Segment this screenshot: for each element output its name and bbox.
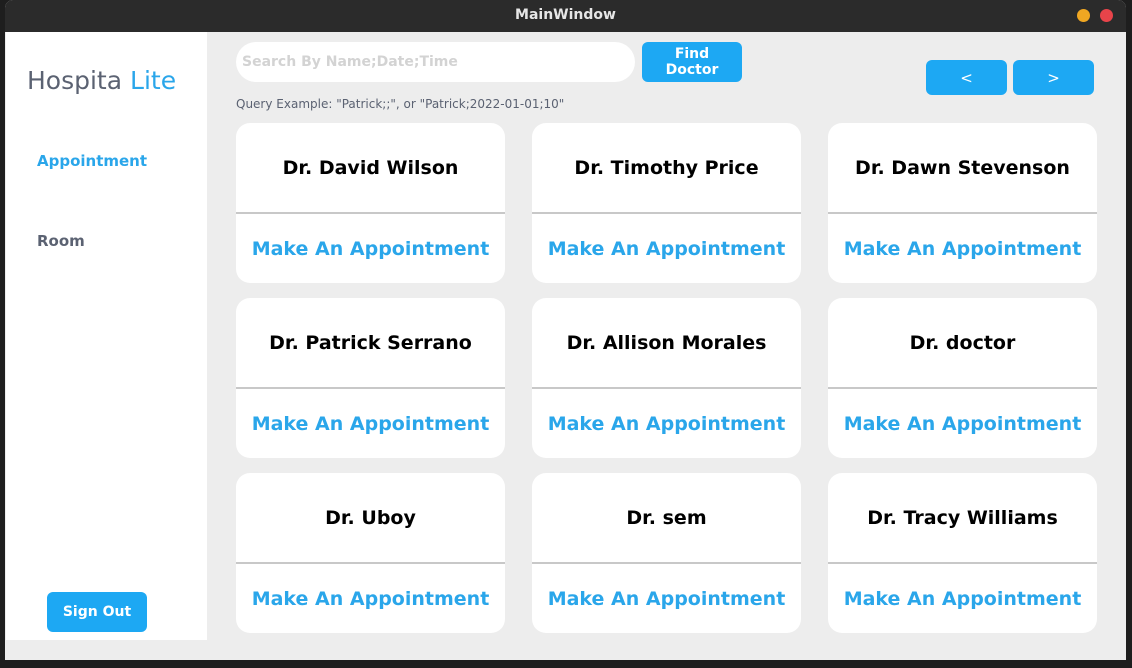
logo-main-text: Hospita (27, 66, 123, 95)
doctor-name: Dr. Patrick Serrano (236, 298, 505, 389)
doctor-name: Dr. Timothy Price (532, 123, 801, 214)
make-appointment-button[interactable]: Make An Appointment (532, 389, 801, 458)
title-bar: MainWindow (5, 0, 1126, 32)
logo-accent-text: Lite (130, 66, 177, 95)
search-input[interactable] (236, 42, 635, 82)
doctor-card: Dr. sem Make An Appointment (532, 473, 801, 633)
next-page-button[interactable]: > (1013, 60, 1094, 95)
sidebar: Hospita Lite Appointment Room Sign Out (6, 32, 207, 640)
doctor-card: Dr. Dawn Stevenson Make An Appointment (828, 123, 1097, 283)
make-appointment-button[interactable]: Make An Appointment (532, 214, 801, 283)
make-appointment-button[interactable]: Make An Appointment (532, 564, 801, 633)
close-button[interactable] (1100, 9, 1113, 22)
previous-page-button[interactable]: < (926, 60, 1007, 95)
window-title: MainWindow (515, 7, 616, 23)
doctor-card: Dr. David Wilson Make An Appointment (236, 123, 505, 283)
make-appointment-button[interactable]: Make An Appointment (828, 389, 1097, 458)
doctor-card: Dr. Patrick Serrano Make An Appointment (236, 298, 505, 458)
sidebar-item-room[interactable]: Room (37, 232, 85, 250)
make-appointment-button[interactable]: Make An Appointment (236, 564, 505, 633)
doctor-name: Dr. Allison Morales (532, 298, 801, 389)
sign-out-button[interactable]: Sign Out (47, 592, 147, 632)
doctor-card: Dr. Timothy Price Make An Appointment (532, 123, 801, 283)
doctor-name: Dr. Tracy Williams (828, 473, 1097, 564)
doctor-card: Dr. Uboy Make An Appointment (236, 473, 505, 633)
make-appointment-button[interactable]: Make An Appointment (236, 389, 505, 458)
sidebar-item-appointment[interactable]: Appointment (37, 152, 147, 170)
minimize-button[interactable] (1077, 9, 1090, 22)
make-appointment-button[interactable]: Make An Appointment (828, 564, 1097, 633)
doctor-name: Dr. Dawn Stevenson (828, 123, 1097, 214)
make-appointment-button[interactable]: Make An Appointment (828, 214, 1097, 283)
doctor-card: Dr. Allison Morales Make An Appointment (532, 298, 801, 458)
doctor-name: Dr. doctor (828, 298, 1097, 389)
main-window: MainWindow Hospita Lite Appointment Room… (5, 0, 1126, 660)
doctor-name: Dr. David Wilson (236, 123, 505, 214)
doctor-card: Dr. Tracy Williams Make An Appointment (828, 473, 1097, 633)
doctor-grid: Dr. David Wilson Make An Appointment Dr.… (236, 123, 1097, 633)
app-logo: Hospita Lite (27, 66, 176, 95)
doctor-name: Dr. sem (532, 473, 801, 564)
find-doctor-button[interactable]: Find Doctor (642, 42, 742, 82)
doctor-card: Dr. doctor Make An Appointment (828, 298, 1097, 458)
query-example-hint: Query Example: "Patrick;;", or "Patrick;… (236, 97, 565, 111)
doctor-name: Dr. Uboy (236, 473, 505, 564)
make-appointment-button[interactable]: Make An Appointment (236, 214, 505, 283)
